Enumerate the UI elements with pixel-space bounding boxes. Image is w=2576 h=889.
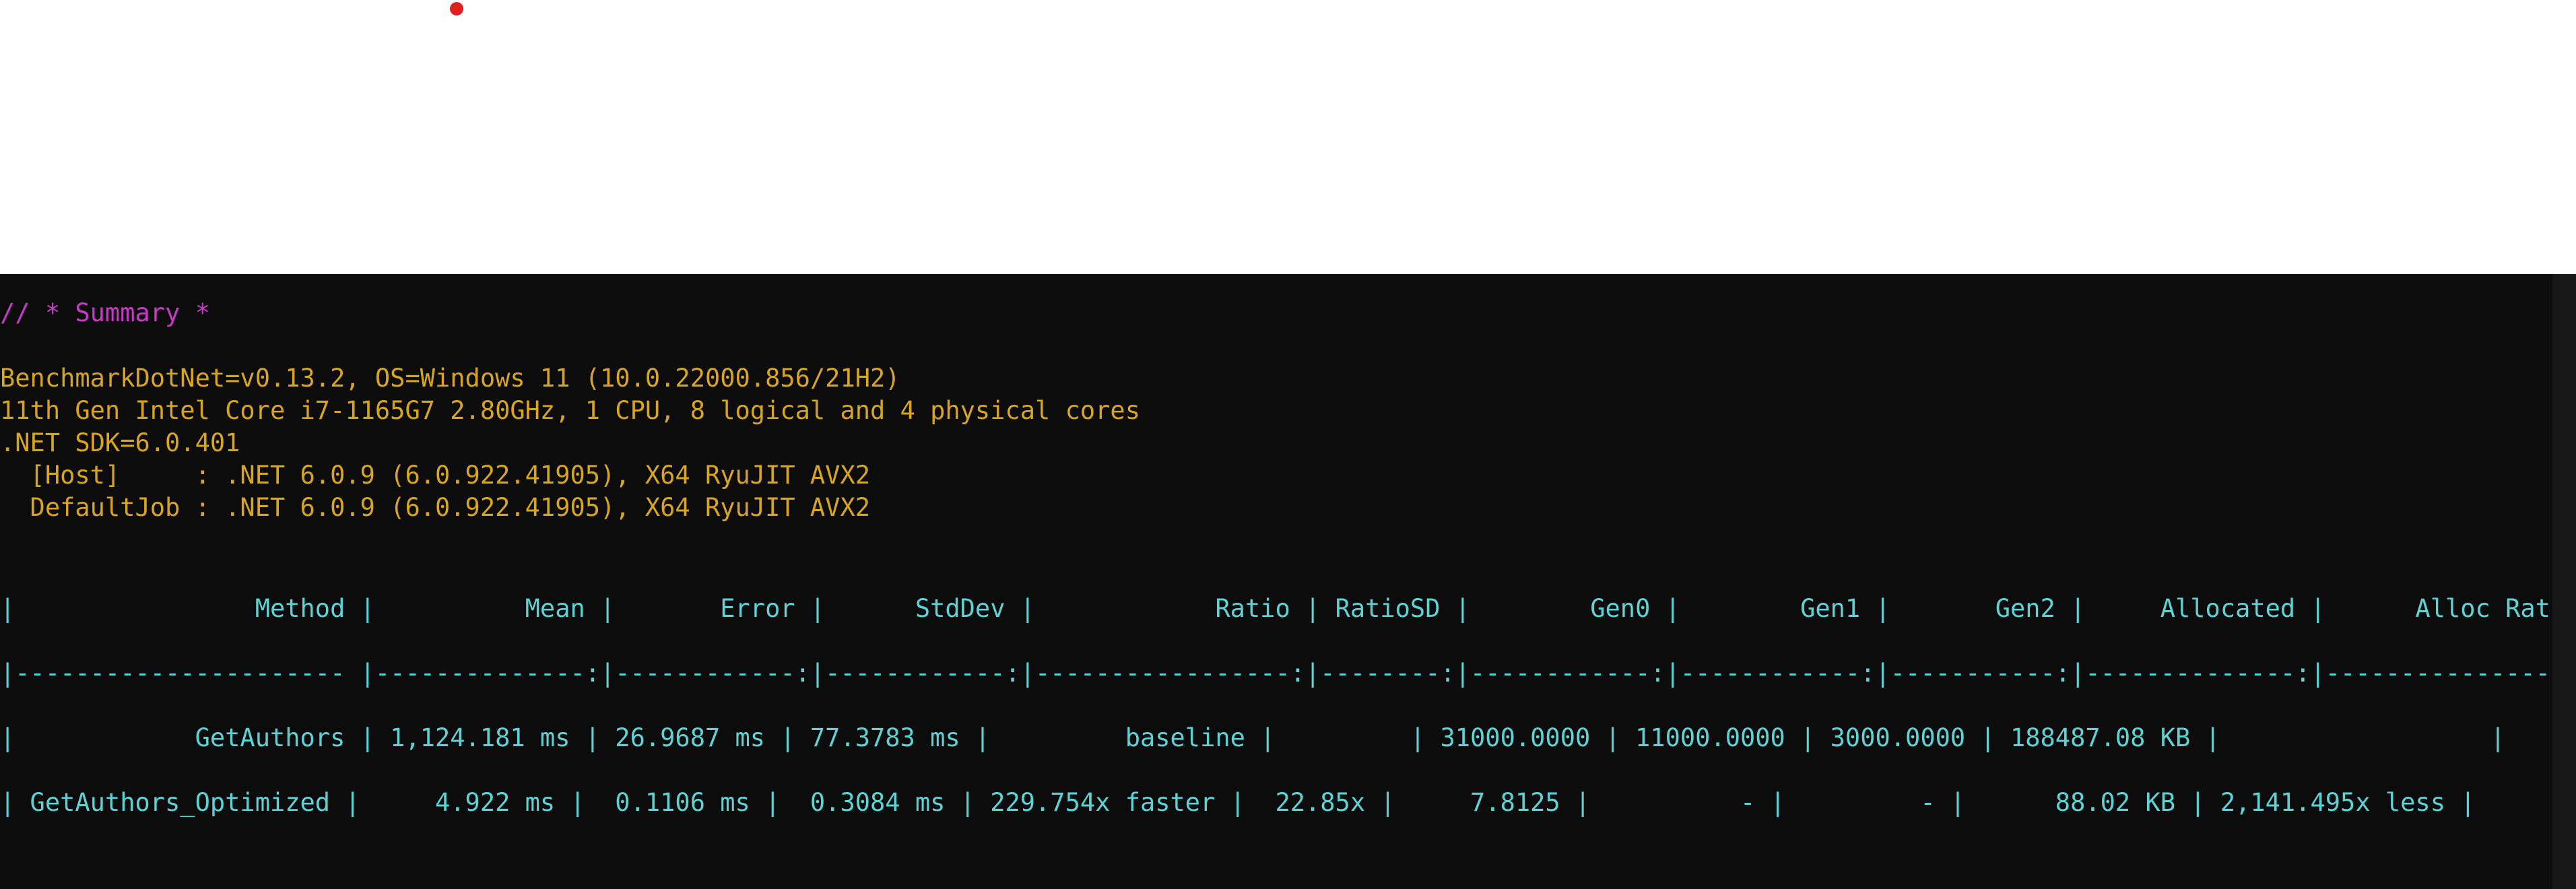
- table-separator-row: |---------------------- |--------------:…: [0, 659, 2576, 688]
- table-row-getauthors-optimized: | GetAuthors_Optimized | 4.922 ms | 0.11…: [0, 788, 2476, 817]
- table-row-getauthors: | GetAuthors | 1,124.181 ms | 26.9687 ms…: [0, 723, 2506, 752]
- env-line-cpu: 11th Gen Intel Core i7-1165G7 2.80GHz, 1…: [0, 396, 1140, 425]
- blank-top-area: [0, 0, 2576, 274]
- terminal-scrollbar[interactable]: [2552, 274, 2576, 889]
- table-header-row: | Method | Mean | Error | StdDev | Ratio…: [0, 594, 2576, 623]
- env-line-host: [Host] : .NET 6.0.9 (6.0.922.41905), X64…: [0, 461, 871, 490]
- env-line-sdk: .NET SDK=6.0.401: [0, 428, 240, 457]
- terminal-window[interactable]: // * Summary * BenchmarkDotNet=v0.13.2, …: [0, 274, 2576, 889]
- env-line-benchmarkdotnet: BenchmarkDotNet=v0.13.2, OS=Windows 11 (…: [0, 364, 900, 393]
- env-line-defaultjob: DefaultJob : .NET 6.0.9 (6.0.922.41905),…: [0, 493, 871, 522]
- red-dot-icon: [450, 2, 463, 15]
- summary-header: // * Summary *: [0, 298, 210, 327]
